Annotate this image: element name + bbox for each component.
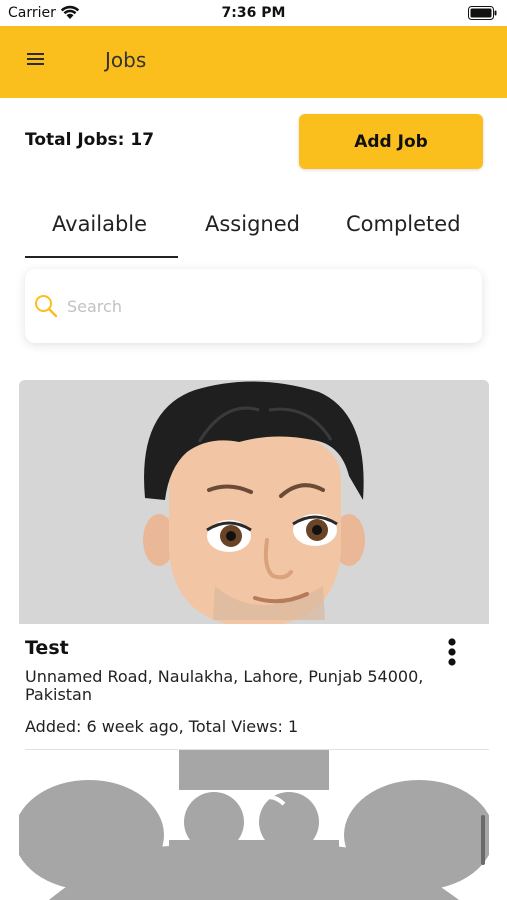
tab-completed[interactable]: Completed bbox=[346, 212, 461, 236]
add-job-button[interactable]: Add Job bbox=[299, 114, 483, 169]
clock-time: 7:36 PM bbox=[221, 5, 286, 21]
job-card[interactable]: Test Unnamed Road, Naulakha, Lahore, Pun… bbox=[19, 380, 489, 750]
job-address: Unnamed Road, Naulakha, Lahore, Punjab 5… bbox=[25, 667, 424, 704]
hamburger-menu-icon[interactable] bbox=[27, 53, 47, 69]
search-box bbox=[25, 269, 482, 343]
more-vertical-icon[interactable] bbox=[445, 637, 459, 667]
page-title: Jobs bbox=[105, 48, 147, 72]
total-jobs-label: Total Jobs: 17 bbox=[25, 130, 155, 150]
battery-icon bbox=[468, 6, 497, 20]
app-header: Jobs bbox=[0, 26, 507, 98]
cartoon-avatar-photo bbox=[19, 380, 489, 624]
status-bar: Carrier 7:36 PM bbox=[0, 0, 507, 26]
tab-assigned[interactable]: Assigned bbox=[205, 212, 300, 236]
job-photo bbox=[19, 380, 489, 624]
scrollbar[interactable] bbox=[481, 815, 485, 865]
search-input[interactable] bbox=[67, 289, 447, 323]
selected-tab-indicator bbox=[25, 256, 178, 258]
placeholder-image bbox=[19, 750, 489, 900]
search-icon bbox=[35, 295, 58, 318]
job-status-tabs: Available Assigned Completed bbox=[25, 200, 485, 260]
job-meta: Added: 6 week ago, Total Views: 1 bbox=[25, 717, 299, 736]
tab-available[interactable]: Available bbox=[52, 212, 147, 236]
placeholder-image-graphic bbox=[19, 750, 489, 900]
job-title: Test bbox=[25, 637, 69, 659]
